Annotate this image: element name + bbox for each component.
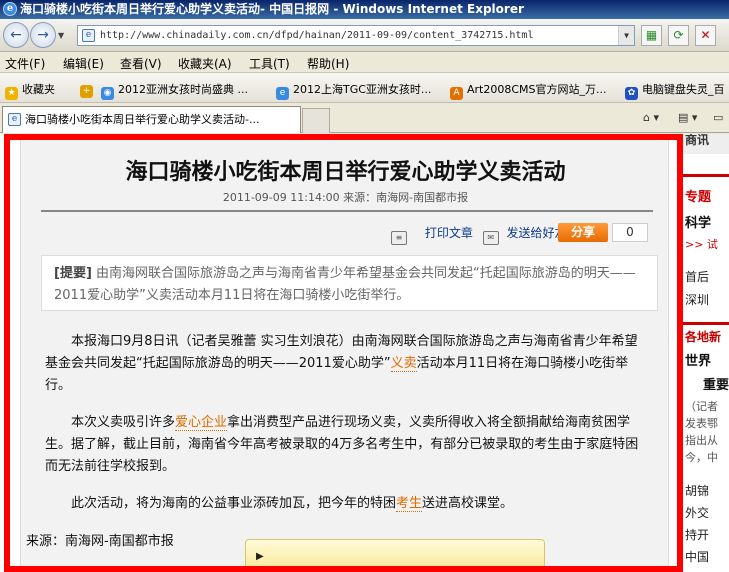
right-sidebar: 商讯 专题 科学 >> 试 首后 深圳 各地新 世界 重要 （记者 发表鄂 指出… xyxy=(683,134,729,572)
article-paragraph: 本报海口9月8日讯（记者吴雅蕾 实习生刘浪花）由南海网联合国际旅游岛之声与海南省… xyxy=(45,334,638,393)
menu-file[interactable]: 文件(F) xyxy=(5,55,45,72)
favorites-button[interactable]: ★ 收藏夹 xyxy=(5,81,55,100)
summary-text: 由南海网联合国际旅游岛之声与海南省青少年希望基金会共同发起“托起国际旅游岛的明天… xyxy=(54,266,636,303)
favorites-bar: ★ 收藏夹 + ◉ 2012亚洲女孩时尚盛典 ... e 2012上海TGC亚洲女孩时… xyxy=(0,73,729,103)
add-favorite-icon: + xyxy=(80,85,93,98)
article-title: 海口骑楼小吃街本周日举行爱心助学义卖活动 xyxy=(125,160,566,185)
favorite-link[interactable]: A Art2008CMS官方网站_万... xyxy=(450,81,607,100)
window-title: 海口骑楼小吃街本周日举行爱心助学义卖活动- 中国日报网 - Windows In… xyxy=(20,2,524,16)
back-button[interactable]: ← xyxy=(3,22,29,48)
title-divider xyxy=(41,210,653,212)
menu-favorites[interactable]: 收藏夹(A) xyxy=(178,55,232,72)
address-dropdown-icon[interactable]: ▼ xyxy=(618,26,634,45)
sidebar-heading: 专题 xyxy=(685,190,712,205)
forward-button[interactable]: → xyxy=(30,22,56,48)
keyword-link[interactable]: 爱心企业 xyxy=(175,415,228,431)
article-panel: 海口骑楼小吃街本周日举行爱心助学义卖活动 2011-09-09 11:14:00… xyxy=(20,140,669,566)
favorite-link[interactable]: ✿ 电脑键盘失灵_百 xyxy=(625,81,725,100)
sidebar-link[interactable]: 世界 xyxy=(685,350,711,369)
play-arrow-icon: ▶ xyxy=(256,551,264,562)
sidebar-link[interactable]: 中国 xyxy=(685,548,709,565)
favorite-link[interactable]: e 2012上海TGC亚洲女孩时... xyxy=(276,81,431,100)
notification-popup[interactable]: ▶ xyxy=(245,539,545,566)
sidebar-text: 发表鄂 xyxy=(685,417,718,430)
tab-active[interactable]: e 海口骑楼小吃街本周日举行爱心助学义卖活动-... xyxy=(2,106,301,133)
email-icon[interactable]: ✉ xyxy=(482,231,499,245)
address-url: http://www.chinadaily.com.cn/dfpd/hainan… xyxy=(100,30,534,41)
sidebar-text: 今，中 xyxy=(685,451,718,464)
sidebar-text: 指出从 xyxy=(685,434,718,447)
forward-arrow-icon: → xyxy=(37,27,49,43)
comment-icon[interactable]: ≡ xyxy=(391,231,407,245)
sidebar-link[interactable]: 科学 xyxy=(685,212,711,231)
sidebar-link[interactable]: >> 试 xyxy=(685,236,718,252)
star-icon: ★ xyxy=(5,87,18,100)
sidebar-link[interactable]: 持开 xyxy=(685,526,709,543)
site-icon: e xyxy=(276,87,289,100)
stop-icon: ✕ xyxy=(700,28,711,42)
refresh-button[interactable]: ⟳ xyxy=(668,25,689,46)
stop-button[interactable]: ✕ xyxy=(695,25,716,46)
menu-bar: 文件(F) 编辑(E) 查看(V) 收藏夹(A) 工具(T) 帮助(H) xyxy=(0,52,729,73)
tab-bar: e 海口骑楼小吃街本周日举行爱心助学义卖活动-... ⌂ ▾ ▤ ▾ ▭ xyxy=(0,103,729,133)
print-icon[interactable]: ▭ xyxy=(713,111,723,124)
page-viewport: 海口骑楼小吃街本周日举行爱心助学义卖活动 2011-09-09 11:14:00… xyxy=(0,134,729,572)
article-meta: 2011-09-09 11:14:00 来源：南海网-南国都市报 xyxy=(222,191,469,204)
paw-icon: ✿ xyxy=(625,87,638,100)
site-icon: A xyxy=(450,87,463,100)
sidebar-heading: 各地新 xyxy=(685,330,722,344)
menu-tools[interactable]: 工具(T) xyxy=(249,55,290,72)
new-tab-button[interactable] xyxy=(302,108,330,133)
page-icon: e xyxy=(8,113,21,126)
address-bar[interactable]: e http://www.chinadaily.com.cn/dfpd/hain… xyxy=(77,25,635,46)
history-dropdown-icon[interactable]: ▼ xyxy=(58,31,64,40)
sidebar-link[interactable]: 首后 xyxy=(685,268,709,285)
tab-label: 海口骑楼小吃街本周日举行爱心助学义卖活动-... xyxy=(25,113,260,126)
feeds-icon[interactable]: ▤ ▾ xyxy=(678,111,697,124)
sidebar-text: （记者 xyxy=(685,400,718,413)
refresh-icon: ⟳ xyxy=(673,28,684,42)
compatibility-icon: ▦ xyxy=(645,28,658,42)
menu-view[interactable]: 查看(V) xyxy=(120,55,162,72)
ie-logo-icon: e xyxy=(3,2,17,16)
menu-help[interactable]: 帮助(H) xyxy=(307,55,349,72)
site-icon: ◉ xyxy=(101,87,114,100)
article-paragraph: 本次义卖吸引许多爱心企业拿出消费型产品进行现场义卖，义卖所得收入将全额捐献给海南… xyxy=(45,415,639,474)
compatibility-view-button[interactable]: ▦ xyxy=(641,25,662,46)
article-summary: [提要] 由南海网联合国际旅游岛之声与海南省青少年希望基金会共同发起“托起国际旅… xyxy=(41,255,658,311)
sidebar-link[interactable]: 外交 xyxy=(685,504,709,521)
article-tools: ≡ 打印文章 ✉ 发送给好友 xyxy=(391,224,567,245)
page-icon: e xyxy=(82,29,95,42)
window-title-bar: e 海口骑楼小吃街本周日举行爱心助学义卖活动- 中国日报网 - Windows … xyxy=(0,0,729,19)
sidebar-link[interactable]: 胡锦 xyxy=(685,482,709,499)
highlight-frame: 海口骑楼小吃街本周日举行爱心助学义卖活动 2011-09-09 11:14:00… xyxy=(4,134,683,572)
back-arrow-icon: ← xyxy=(10,27,22,43)
share-button[interactable]: 分享 xyxy=(558,223,608,242)
keyword-link[interactable]: 考生 xyxy=(396,496,423,512)
print-article-link[interactable]: 打印文章 xyxy=(425,226,473,240)
menu-edit[interactable]: 编辑(E) xyxy=(63,55,104,72)
sidebar-heading: 商讯 xyxy=(685,134,710,147)
article-paragraph: 此次活动，将为海南的公益事业添砖加瓦，把今年的特困考生送进高校课堂。 xyxy=(71,496,514,512)
navigation-bar: ← → ▼ e http://www.chinadaily.com.cn/dfp… xyxy=(0,19,729,52)
share-count: 0 xyxy=(612,223,648,242)
home-icon[interactable]: ⌂ ▾ xyxy=(643,111,659,124)
favorite-link[interactable]: ◉ 2012亚洲女孩时尚盛典 ... xyxy=(101,81,248,100)
favorite-link[interactable]: + xyxy=(80,81,97,98)
keyword-link[interactable]: 义卖 xyxy=(390,356,417,372)
sidebar-link[interactable]: 深圳 xyxy=(685,291,709,308)
sidebar-link[interactable]: 重要 xyxy=(703,374,729,393)
summary-label: [提要] xyxy=(54,266,92,281)
